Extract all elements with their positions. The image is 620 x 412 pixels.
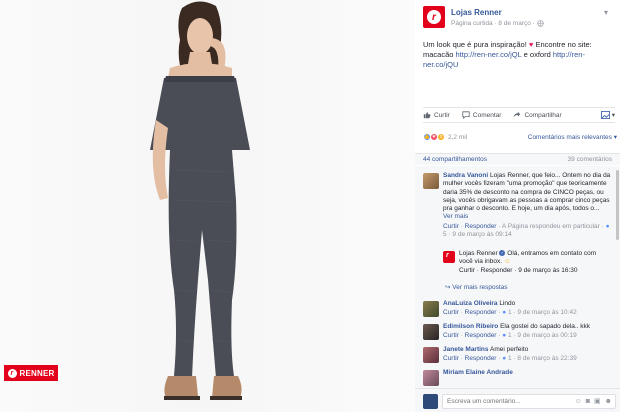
comment-text: Amei perfeito bbox=[489, 346, 529, 353]
avatar[interactable] bbox=[423, 173, 439, 189]
avatar[interactable] bbox=[423, 301, 439, 317]
comment-footer-text: · A Página respondeu em particular · bbox=[498, 222, 604, 230]
comment-like-link[interactable]: Curtir bbox=[443, 309, 459, 316]
see-more-link[interactable]: Ver mais bbox=[443, 213, 468, 220]
comment-reply-link[interactable]: Responder bbox=[465, 355, 497, 362]
comment-like-count: 1 bbox=[508, 355, 512, 363]
comment-reply-link[interactable]: Responder bbox=[465, 223, 497, 230]
comment-list: Sandra Vanoni Lojas Renner, que feio... … bbox=[415, 166, 620, 388]
heart-icon: ♥ bbox=[528, 40, 534, 49]
reply-footer: Curtir · Responder · 9 de março às 16:30 bbox=[459, 266, 578, 274]
reply-like-link[interactable]: Curtir bbox=[459, 267, 475, 274]
comment-author[interactable]: Miriam Elaine Andrade bbox=[443, 369, 513, 376]
smile-emoji-icon: ☺ bbox=[503, 258, 511, 266]
comment-button[interactable]: Comentar bbox=[462, 111, 502, 120]
reply-arrow-icon: ↪ bbox=[445, 284, 451, 291]
camera-icon[interactable]: ◙ bbox=[586, 397, 590, 406]
comments-scrollbar[interactable] bbox=[616, 170, 619, 240]
comment-time[interactable]: 9 de março às 00:19 bbox=[517, 332, 576, 339]
comment-like-link[interactable]: Curtir bbox=[443, 223, 459, 230]
comment-composer: ☺ ◙ ▣ ☻ bbox=[415, 388, 620, 412]
post-text-and: e oxford bbox=[523, 50, 551, 59]
comments-count[interactable]: 39 comentários bbox=[568, 155, 612, 164]
comment-like-link[interactable]: Curtir bbox=[443, 332, 459, 339]
renner-logo-icon: r bbox=[7, 368, 17, 378]
comment-footer: Curtir · Responder · A Página respondeu … bbox=[443, 222, 610, 239]
post-options-chevron-icon[interactable]: ▾ bbox=[604, 8, 614, 18]
like-count-icon: ● bbox=[502, 309, 507, 317]
more-replies-label: Ver mais respostas bbox=[452, 284, 508, 291]
comment-like-count: 1 bbox=[508, 332, 512, 340]
renner-logo-icon: r bbox=[427, 10, 441, 24]
post-text: Um look que é pura inspiração! ♥ Encontr… bbox=[423, 40, 615, 70]
reply-reply-link[interactable]: Responder bbox=[481, 267, 513, 274]
comment-author[interactable]: Edimilson Ribeiro bbox=[443, 323, 498, 330]
post-stats: 44 compartilhamentos 39 comentários bbox=[415, 153, 620, 165]
comment-author[interactable]: Sandra Vanoni bbox=[443, 172, 488, 179]
reply-author[interactable]: Lojas Renner bbox=[459, 250, 498, 257]
avatar[interactable] bbox=[423, 370, 439, 386]
avatar[interactable] bbox=[443, 251, 455, 263]
post-sidebar: r Lojas Renner Página curtida · 8 de mar… bbox=[415, 0, 620, 412]
chevron-down-icon: ▾ bbox=[611, 111, 615, 119]
post-action-bar: Curtir Comentar Compartilhar ▾ bbox=[423, 107, 615, 123]
avatar[interactable] bbox=[423, 347, 439, 363]
comment-footer: Curtir · Responder · ● 1 · 9 de março às… bbox=[443, 332, 577, 340]
like-count-icon: ● bbox=[502, 332, 507, 340]
comment-author[interactable]: AnaLuiza Oliveira bbox=[443, 300, 498, 307]
post-text-intro: Um look que é pura inspiração! bbox=[423, 40, 527, 49]
comment-like-count: 1 bbox=[508, 309, 512, 317]
page-name-link[interactable]: Lojas Renner bbox=[451, 8, 502, 17]
like-label: Curtir bbox=[434, 111, 450, 119]
page-picker-icon bbox=[600, 111, 610, 119]
reaction-count: 2,2 mil bbox=[448, 133, 468, 141]
emoji-icon[interactable]: ☺ bbox=[575, 397, 582, 406]
comment-like-count: 5 bbox=[443, 231, 447, 239]
comment-bubble-icon bbox=[462, 111, 470, 119]
shares-count-link[interactable]: 44 compartilhamentos bbox=[423, 155, 487, 164]
share-label: Compartilhar bbox=[524, 111, 562, 119]
post-meta-text: Página curtida · 8 de março · bbox=[451, 20, 535, 27]
comment-reply-link[interactable]: Responder bbox=[465, 309, 497, 316]
post-photo[interactable]: r RENNER bbox=[0, 0, 415, 412]
verified-badge-icon: ✓ bbox=[499, 250, 506, 257]
reply-time[interactable]: 9 de março às 16:30 bbox=[518, 267, 577, 274]
like-count-icon: ● bbox=[605, 222, 610, 230]
comment-text: Lindo bbox=[499, 300, 516, 307]
photo-viewer: r RENNER r Lojas Renner Página curtida ·… bbox=[0, 0, 620, 412]
comment-like-link[interactable]: Curtir bbox=[443, 355, 459, 362]
like-count-icon: ● bbox=[502, 355, 507, 363]
globe-icon bbox=[536, 20, 544, 27]
like-button[interactable]: Curtir bbox=[423, 111, 450, 120]
post-header: r Lojas Renner Página curtida · 8 de mar… bbox=[423, 6, 618, 32]
renner-logo-badge: r RENNER bbox=[4, 365, 58, 381]
comment-reply-link[interactable]: Responder bbox=[465, 332, 497, 339]
comment-text: Ela gostei do sapado dela.. kkk bbox=[500, 323, 591, 330]
comment-sort-dropdown[interactable]: Comentários mais relevantes ▾ bbox=[528, 133, 617, 142]
avatar[interactable] bbox=[423, 324, 439, 340]
composer-tools: ☺ ◙ ▣ ☻ bbox=[575, 397, 612, 406]
audience-picker[interactable]: ▾ bbox=[600, 111, 615, 120]
comment-footer: Curtir · Responder · ● 1 · 9 de março às… bbox=[443, 309, 577, 317]
comment-author[interactable]: Janete Martins bbox=[443, 346, 489, 353]
page-avatar[interactable]: r bbox=[423, 6, 445, 28]
renner-badge-label: RENNER bbox=[19, 368, 55, 378]
reaction-summary[interactable]: 👍 ♥ o 2,2 mil Comentários mais relevante… bbox=[423, 130, 617, 144]
model-photo bbox=[150, 1, 250, 400]
share-button[interactable]: Compartilhar bbox=[513, 111, 562, 120]
thumbs-up-icon bbox=[423, 112, 431, 119]
comment-time[interactable]: 8 de março às 22:39 bbox=[517, 355, 576, 362]
comment-footer: Curtir · Responder · ● 1 · 8 de março às… bbox=[443, 355, 577, 363]
comment-time[interactable]: 9 de março às 10:42 bbox=[517, 309, 576, 316]
share-arrow-icon bbox=[514, 111, 521, 118]
comment-time[interactable]: 9 de março às 09:14 bbox=[452, 231, 511, 238]
more-replies-link[interactable]: ↪ Ver mais respostas bbox=[445, 283, 508, 292]
comment-label: Comentar bbox=[472, 111, 502, 119]
gif-icon[interactable]: ▣ bbox=[594, 397, 601, 406]
sticker-icon[interactable]: ☻ bbox=[605, 397, 612, 406]
avatar bbox=[423, 394, 438, 409]
product-link-jumpsuit[interactable]: http://ren-ner.co/jQL bbox=[456, 50, 522, 59]
post-meta: Página curtida · 8 de março · bbox=[451, 19, 544, 28]
wow-reaction-icon: o bbox=[437, 133, 445, 141]
